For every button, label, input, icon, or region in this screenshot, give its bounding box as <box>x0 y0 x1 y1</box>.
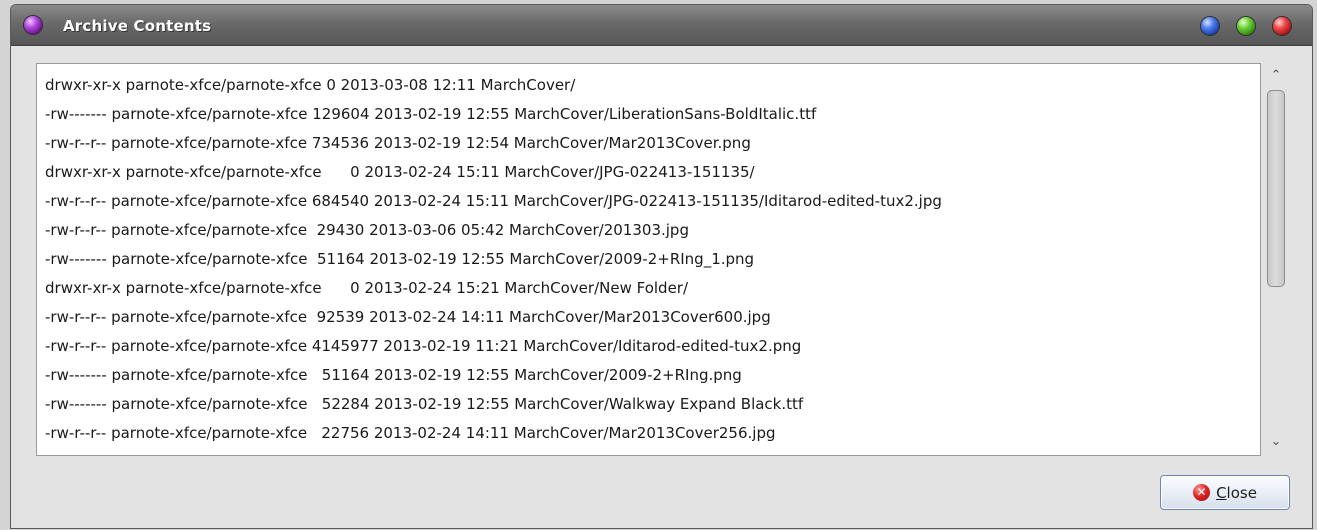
minimize-button[interactable] <box>1201 17 1219 35</box>
listing-line: -rw------- parnote-xfce/parnote-xfce 511… <box>45 366 742 384</box>
listing-lines: drwxr-xr-x parnote-xfce/parnote-xfce 0 2… <box>45 71 1260 448</box>
listing-line: -rw-r--r-- parnote-xfce/parnote-xfce 227… <box>45 424 776 442</box>
listing-line: -rw-r--r-- parnote-xfce/parnote-xfce 925… <box>45 308 771 326</box>
window-title: Archive Contents <box>63 17 212 35</box>
vertical-scrollbar[interactable]: ⌃ ⌄ <box>1261 63 1291 456</box>
chevron-down-icon[interactable]: ⌄ <box>1261 431 1291 453</box>
listing-line: -rw------- parnote-xfce/parnote-xfce 522… <box>45 395 804 413</box>
close-icon: ✕ <box>1193 484 1211 501</box>
scroll-thumb[interactable] <box>1267 90 1285 287</box>
listing-line: -rw------- parnote-xfce/parnote-xfce 129… <box>45 105 817 123</box>
window-close-button[interactable] <box>1273 17 1291 35</box>
archive-listing[interactable]: drwxr-xr-x parnote-xfce/parnote-xfce 0 2… <box>36 63 1261 456</box>
window-menu-icon[interactable] <box>24 16 42 34</box>
listing-line: -rw-r--r-- parnote-xfce/parnote-xfce 414… <box>45 337 802 355</box>
listing-line: -rw------- parnote-xfce/parnote-xfce 511… <box>45 250 755 268</box>
listing-line: -rw-r--r-- parnote-xfce/parnote-xfce 294… <box>45 221 689 239</box>
close-button-label: Close <box>1216 483 1257 502</box>
listing-line: drwxr-xr-x parnote-xfce/parnote-xfce 0 2… <box>45 279 689 297</box>
maximize-button[interactable] <box>1237 17 1255 35</box>
scroll-track[interactable] <box>1267 90 1285 430</box>
chevron-up-icon[interactable]: ⌃ <box>1261 65 1291 87</box>
listing-line: -rw-r--r-- parnote-xfce/parnote-xfce 684… <box>45 192 942 210</box>
archive-contents-window: Archive Contents drwxr-xr-x parnote-xfce… <box>10 4 1313 529</box>
title-bar[interactable]: Archive Contents <box>11 5 1312 46</box>
listing-line: drwxr-xr-x parnote-xfce/parnote-xfce 0 2… <box>45 163 755 181</box>
listing-line: drwxr-xr-x parnote-xfce/parnote-xfce 0 2… <box>45 76 576 94</box>
close-button[interactable]: ✕ Close <box>1160 475 1290 510</box>
listing-line: -rw-r--r-- parnote-xfce/parnote-xfce 734… <box>45 134 751 152</box>
